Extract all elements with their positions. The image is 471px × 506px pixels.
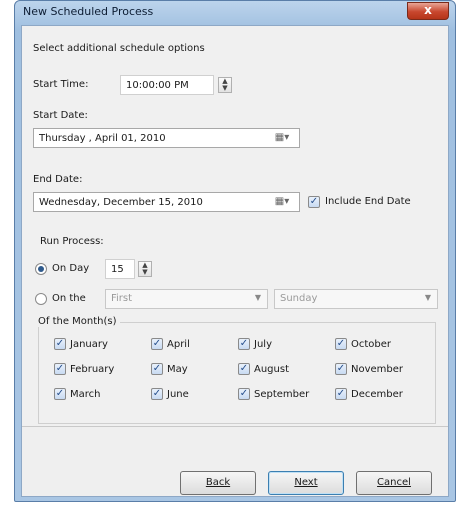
start-date-calendar-button[interactable]: ▦▾	[270, 130, 294, 146]
end-date-label: End Date:	[33, 174, 83, 185]
ordinal-value: First	[111, 293, 133, 304]
weekday-select[interactable]: Sunday ▼	[274, 289, 438, 309]
month-label-august: August	[254, 364, 289, 375]
next-button[interactable]: Next	[268, 471, 344, 495]
on-day-label: On Day	[52, 263, 90, 274]
check-icon: ✓	[152, 338, 162, 349]
on-day-spinner[interactable]: ▲ ▼	[138, 261, 152, 277]
month-checkbox-september[interactable]: ✓	[238, 388, 250, 400]
check-icon: ✓	[55, 388, 65, 399]
month-checkbox-february[interactable]: ✓	[54, 363, 66, 375]
include-end-date-label: Include End Date	[325, 196, 411, 207]
ordinal-select[interactable]: First ▼	[105, 289, 268, 309]
start-time-input[interactable]: 10:00:00 PM	[120, 75, 214, 95]
back-button[interactable]: Back	[180, 471, 256, 495]
check-icon: ✓	[239, 338, 249, 349]
on-day-input[interactable]: 15	[105, 259, 135, 279]
calendar-dropdown-icon: ▦▾	[274, 196, 290, 207]
run-process-label: Run Process:	[40, 236, 104, 247]
title-bar[interactable]: New Scheduled Process x	[15, 1, 455, 23]
month-checkbox-october[interactable]: ✓	[335, 338, 347, 350]
month-checkbox-august[interactable]: ✓	[238, 363, 250, 375]
include-end-date-checkbox[interactable]: ✓	[308, 196, 320, 208]
cancel-button-label: Cancel	[377, 477, 411, 488]
dialog-client-area: Select additional schedule options Start…	[21, 25, 449, 497]
on-the-label: On the	[52, 293, 86, 304]
end-date-input[interactable]: Wednesday, December 15, 2010	[33, 192, 300, 212]
month-checkbox-november[interactable]: ✓	[335, 363, 347, 375]
month-label-january: January	[70, 339, 108, 350]
check-icon: ✓	[152, 363, 162, 374]
back-button-label: Back	[205, 477, 231, 488]
new-scheduled-process-dialog: New Scheduled Process x Select additiona…	[14, 0, 456, 502]
month-checkbox-july[interactable]: ✓	[238, 338, 250, 350]
start-time-spinner[interactable]: ▲ ▼	[218, 77, 232, 93]
options-heading: Select additional schedule options	[33, 43, 205, 54]
month-checkbox-march[interactable]: ✓	[54, 388, 66, 400]
chevron-down-icon: ▼	[254, 293, 261, 302]
spinner-arrows-icon: ▲ ▼	[142, 261, 148, 276]
check-icon: ✓	[336, 338, 346, 349]
on-day-radio[interactable]	[35, 263, 47, 275]
check-icon: ✓	[239, 363, 249, 374]
month-label-may: May	[167, 364, 188, 375]
start-time-label: Start Time:	[33, 79, 89, 90]
close-button[interactable]: x	[407, 2, 449, 20]
month-label-november: November	[351, 364, 404, 375]
month-label-april: April	[167, 339, 190, 350]
check-icon: ✓	[336, 388, 346, 399]
check-icon: ✓	[55, 363, 65, 374]
month-checkbox-january[interactable]: ✓	[54, 338, 66, 350]
month-checkbox-may[interactable]: ✓	[151, 363, 163, 375]
month-label-september: September	[254, 389, 310, 400]
on-the-radio[interactable]	[35, 293, 47, 305]
start-date-input[interactable]: Thursday , April 01, 2010	[33, 128, 300, 148]
month-label-july: July	[254, 339, 272, 350]
month-checkbox-april[interactable]: ✓	[151, 338, 163, 350]
check-icon: ✓	[336, 363, 346, 374]
close-icon: x	[424, 3, 432, 17]
end-date-calendar-button[interactable]: ▦▾	[270, 194, 294, 210]
start-date-label: Start Date:	[33, 110, 88, 121]
month-label-october: October	[351, 339, 392, 350]
month-checkbox-december[interactable]: ✓	[335, 388, 347, 400]
spinner-arrows-icon: ▲ ▼	[222, 77, 228, 92]
month-label-june: June	[167, 389, 189, 400]
calendar-dropdown-icon: ▦▾	[274, 132, 290, 143]
check-icon: ✓	[239, 388, 249, 399]
check-icon: ✓	[309, 196, 319, 207]
cancel-button[interactable]: Cancel	[356, 471, 432, 495]
month-label-march: March	[70, 389, 101, 400]
next-button-label: Next	[294, 477, 318, 488]
check-icon: ✓	[152, 388, 162, 399]
weekday-value: Sunday	[280, 293, 318, 304]
months-group-label: Of the Month(s)	[38, 316, 120, 327]
chevron-down-icon: ▼	[424, 293, 431, 302]
month-checkbox-june[interactable]: ✓	[151, 388, 163, 400]
month-label-february: February	[70, 364, 115, 375]
window-title: New Scheduled Process	[23, 5, 154, 18]
check-icon: ✓	[55, 338, 65, 349]
month-label-december: December	[351, 389, 403, 400]
